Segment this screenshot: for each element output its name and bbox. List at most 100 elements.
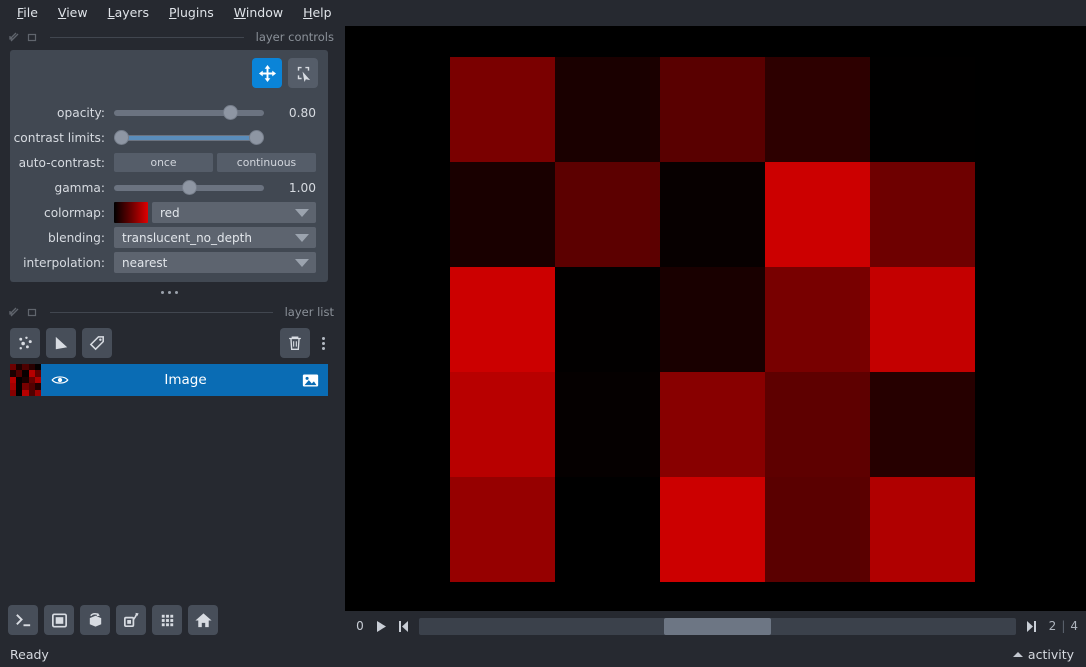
image-pixel (450, 372, 555, 477)
pan-zoom-button[interactable] (252, 58, 282, 88)
close-dock-icon[interactable] (26, 306, 38, 318)
viewer-canvas[interactable] (345, 26, 1086, 611)
dimension-slider-track[interactable] (419, 617, 1016, 635)
float-dock-icon[interactable] (8, 306, 20, 318)
image-pixel (765, 162, 870, 267)
layer-list-overflow-menu[interactable] (316, 336, 328, 350)
layer-name-label: Image (164, 372, 207, 388)
gamma-row: gamma: 1.00 (10, 175, 328, 200)
menu-window[interactable]: Window (225, 2, 292, 23)
image-pixel (660, 477, 765, 582)
delete-layer-button[interactable] (280, 328, 310, 358)
dimension-slider-bar: 0 2 | 4 (345, 611, 1086, 641)
step-to-end-button[interactable] (1024, 617, 1040, 635)
layer-visibility-toggle[interactable] (41, 373, 79, 387)
image-pixel (660, 372, 765, 477)
image-pixel (660, 57, 765, 162)
layer-type-icon (292, 373, 328, 388)
interpolation-dropdown[interactable]: nearest (114, 252, 316, 273)
close-dock-icon[interactable] (26, 31, 38, 43)
eye-icon (51, 376, 69, 384)
caret-up-icon (1012, 651, 1023, 657)
blending-dropdown[interactable]: translucent_no_depth (114, 227, 316, 248)
mode-button-group (252, 58, 318, 88)
skip-next-icon (1027, 620, 1037, 632)
image-pixel (870, 372, 975, 477)
contrast-low-handle (114, 130, 129, 145)
auto-contrast-continuous-button[interactable]: continuous (217, 153, 316, 172)
colormap-label: colormap: (44, 205, 105, 220)
float-dock-icon[interactable] (8, 31, 20, 43)
activity-toggle[interactable]: activity (1012, 647, 1074, 662)
cube-roll-icon (89, 612, 101, 627)
play-button[interactable] (373, 617, 389, 635)
image-pixel (450, 477, 555, 582)
image-pixel (765, 477, 870, 582)
colormap-row: colormap: red (10, 200, 328, 225)
new-shapes-layer-button[interactable] (46, 328, 76, 358)
menu-plugins[interactable]: Plugins (160, 2, 223, 23)
transform-button[interactable] (288, 58, 318, 88)
home-reset-button[interactable] (188, 605, 218, 635)
skip-previous-icon (398, 620, 408, 632)
grid-view-button[interactable] (152, 605, 182, 635)
thumbnail-pixel (34, 389, 41, 396)
dimension-max: 4 (1070, 619, 1078, 633)
step-to-start-button[interactable] (395, 617, 411, 635)
play-icon (376, 620, 386, 632)
image-pixel (870, 267, 975, 372)
new-labels-layer-button[interactable] (82, 328, 112, 358)
image-pixel (450, 267, 555, 372)
terminal-icon (15, 613, 30, 626)
labels-tag-icon (89, 335, 104, 350)
chevron-down-icon (295, 233, 309, 242)
image-pixel (870, 57, 975, 162)
image-pixel (555, 162, 660, 267)
opacity-row: opacity: 0.80 (10, 100, 328, 125)
menu-file[interactable]: File (8, 2, 47, 23)
menu-bar: File View Layers Plugins Window Help (0, 0, 1086, 24)
auto-contrast-once-button[interactable]: once (114, 153, 213, 172)
colormap-dropdown[interactable]: red (152, 202, 316, 223)
header-divider (50, 311, 273, 313)
dimension-slider-handle[interactable] (663, 617, 772, 635)
image-pixel (870, 162, 975, 267)
layer-controls-panel: opacity: 0.80 contrast limits: auto-cont… (10, 50, 328, 282)
image-pixel (870, 477, 975, 582)
image-pixel (765, 372, 870, 477)
layer-list-title: layer list (284, 305, 334, 319)
roll-dimensions-button[interactable] (80, 605, 110, 635)
layer-list-header: layer list (0, 303, 340, 321)
image-pixel (450, 57, 555, 162)
gamma-slider[interactable] (114, 179, 264, 197)
opacity-label: opacity: (57, 105, 105, 120)
status-bar: Ready activity (0, 641, 1086, 667)
console-button[interactable] (8, 605, 38, 635)
contrast-limits-slider[interactable] (114, 129, 264, 147)
viewer-buttons-toolbar (8, 605, 218, 635)
layer-controls-title: layer controls (255, 30, 334, 44)
ndisplay-toggle-button[interactable] (44, 605, 74, 635)
menu-help[interactable]: Help (294, 2, 341, 23)
layer-list-item-image[interactable]: Image (10, 364, 328, 396)
layer-thumbnail (10, 364, 41, 396)
opacity-slider[interactable] (114, 104, 264, 122)
colormap-value: red (160, 205, 180, 220)
header-divider (50, 36, 244, 38)
chevron-down-icon (295, 258, 309, 267)
auto-contrast-row: auto-contrast: once continuous (10, 150, 328, 175)
shapes-polygon-icon (55, 336, 67, 349)
blending-row: blending: translucent_no_depth (10, 225, 328, 250)
image-pixel (660, 267, 765, 372)
menu-view[interactable]: View (49, 2, 97, 23)
dimension-current: 2 (1048, 619, 1057, 633)
panel-resize-grip[interactable] (10, 285, 328, 299)
move-arrows-icon (258, 64, 276, 82)
interpolation-row: interpolation: nearest (10, 250, 328, 275)
new-points-layer-button[interactable] (10, 328, 40, 358)
contrast-high-handle (249, 130, 264, 145)
image-pixel (555, 372, 660, 477)
transpose-dimensions-button[interactable] (116, 605, 146, 635)
menu-layers[interactable]: Layers (99, 2, 158, 23)
blending-label: blending: (47, 230, 105, 245)
